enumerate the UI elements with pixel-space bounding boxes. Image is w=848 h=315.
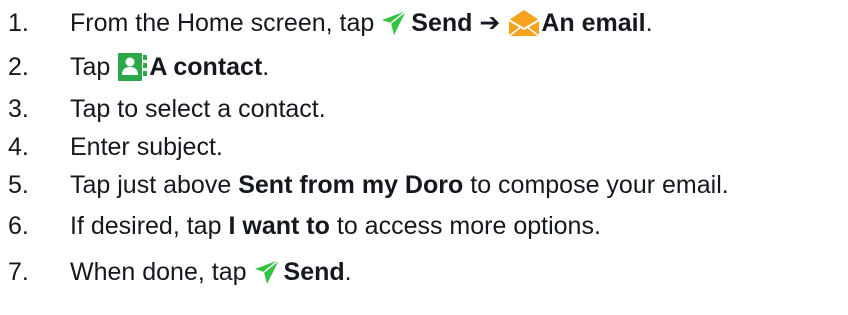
step-text-part: From the Home screen, tap <box>70 8 375 37</box>
step-text: From the Home screen, tap Send ➔ An emai… <box>70 8 653 38</box>
step-text-part: to access more options. <box>336 211 601 240</box>
step-number: 3. <box>8 94 29 123</box>
i-want-to-label: I want to <box>228 211 330 240</box>
step-text-part: to compose your email. <box>470 170 729 199</box>
step-text-part: . <box>344 257 352 286</box>
send-label: Send <box>411 8 473 37</box>
contact-label: A contact <box>149 52 263 81</box>
step-text-part: Tap <box>70 52 111 81</box>
step-text-part: . <box>262 52 270 81</box>
step-text-part: . <box>645 8 653 37</box>
send-icon <box>254 259 279 284</box>
contact-icon <box>118 53 148 81</box>
email-label: An email <box>541 8 646 37</box>
send-label: Send <box>283 257 345 286</box>
step-text: Tap just above Sent from my Doro to comp… <box>70 170 729 199</box>
instruction-list: 1. From the Home screen, tap Send ➔ An e… <box>0 0 848 315</box>
step-text-part: Tap just above <box>70 170 232 199</box>
step-number: 4. <box>8 132 29 161</box>
step-text: Enter subject. <box>70 132 223 161</box>
step-number: 5. <box>8 170 29 199</box>
step-text-part: If desired, tap <box>70 211 222 240</box>
step-text-part: When done, tap <box>70 257 247 286</box>
step-text: Tap to select a contact. <box>70 94 326 123</box>
step-number: 7. <box>8 257 29 286</box>
step-text-part: Tap to select a contact. <box>70 94 326 123</box>
arrow-symbol: ➔ <box>479 8 501 37</box>
step-text-part: Enter subject. <box>70 132 223 161</box>
step-text: When done, tap Send . <box>70 259 352 285</box>
email-icon <box>508 10 540 37</box>
sent-from-label: Sent from my Doro <box>238 170 464 199</box>
step-number: 1. <box>8 8 29 37</box>
step-text: If desired, tap I want to to access more… <box>70 211 601 240</box>
step-text: Tap A contact . <box>70 52 269 82</box>
step-number: 6. <box>8 211 29 240</box>
step-number: 2. <box>8 52 29 81</box>
send-icon <box>382 10 407 35</box>
